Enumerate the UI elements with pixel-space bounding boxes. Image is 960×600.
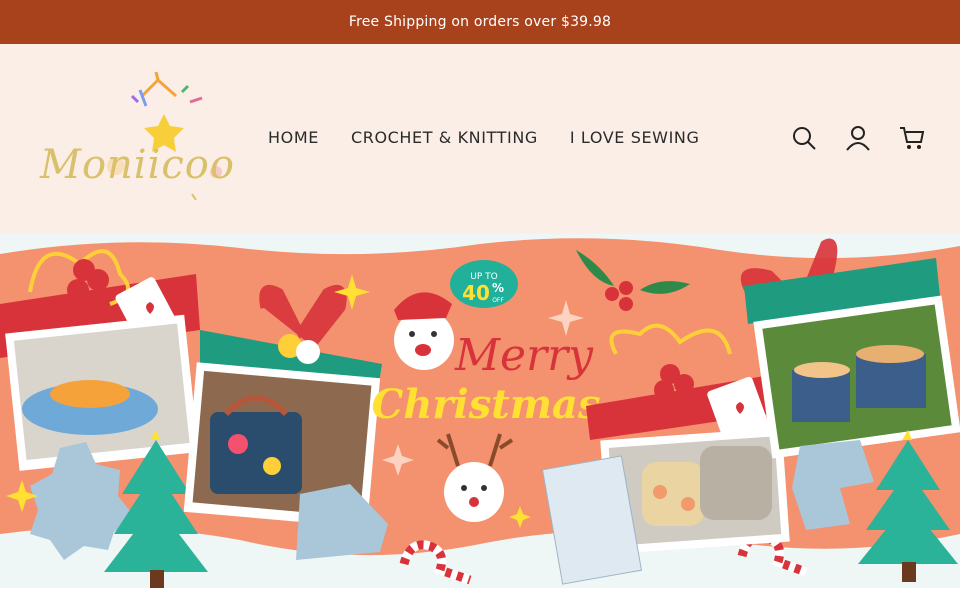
nav-i-love-sewing[interactable]: I LOVE SEWING — [570, 128, 700, 147]
badge-off: OFF — [492, 297, 504, 304]
badge-value: 40 — [462, 281, 490, 305]
headline-merry: Merry — [454, 330, 594, 381]
reindeer-icon — [444, 462, 504, 522]
christmas-promo-banner[interactable]: UP TO 40 % OFF Merry Christmas — [0, 234, 960, 588]
site-header: Moniicoo HOME CROCHET & KNITTING I LOVE … — [0, 44, 960, 234]
brand-logo[interactable]: Moniicoo — [36, 66, 236, 216]
logo-confetti-icon — [107, 71, 222, 201]
main-nav: HOME CROCHET & KNITTING I LOVE SEWING — [268, 128, 699, 147]
page-bottom-strip — [0, 588, 960, 600]
account-icon[interactable] — [844, 124, 872, 152]
nav-home[interactable]: HOME — [268, 128, 319, 147]
announcement-bar: Free Shipping on orders over $39.98 — [0, 0, 960, 44]
header-icons — [790, 124, 926, 152]
banner-artwork: UP TO 40 % OFF Merry Christmas — [0, 238, 960, 588]
cart-icon[interactable] — [898, 124, 926, 152]
brand-name: Moniicoo — [40, 142, 235, 188]
headline-christmas: Christmas — [372, 381, 601, 428]
badge-percent: % — [492, 281, 504, 295]
search-icon[interactable] — [790, 124, 818, 152]
nav-crochet-knitting[interactable]: CROCHET & KNITTING — [351, 128, 538, 147]
announcement-text: Free Shipping on orders over $39.98 — [348, 14, 612, 30]
